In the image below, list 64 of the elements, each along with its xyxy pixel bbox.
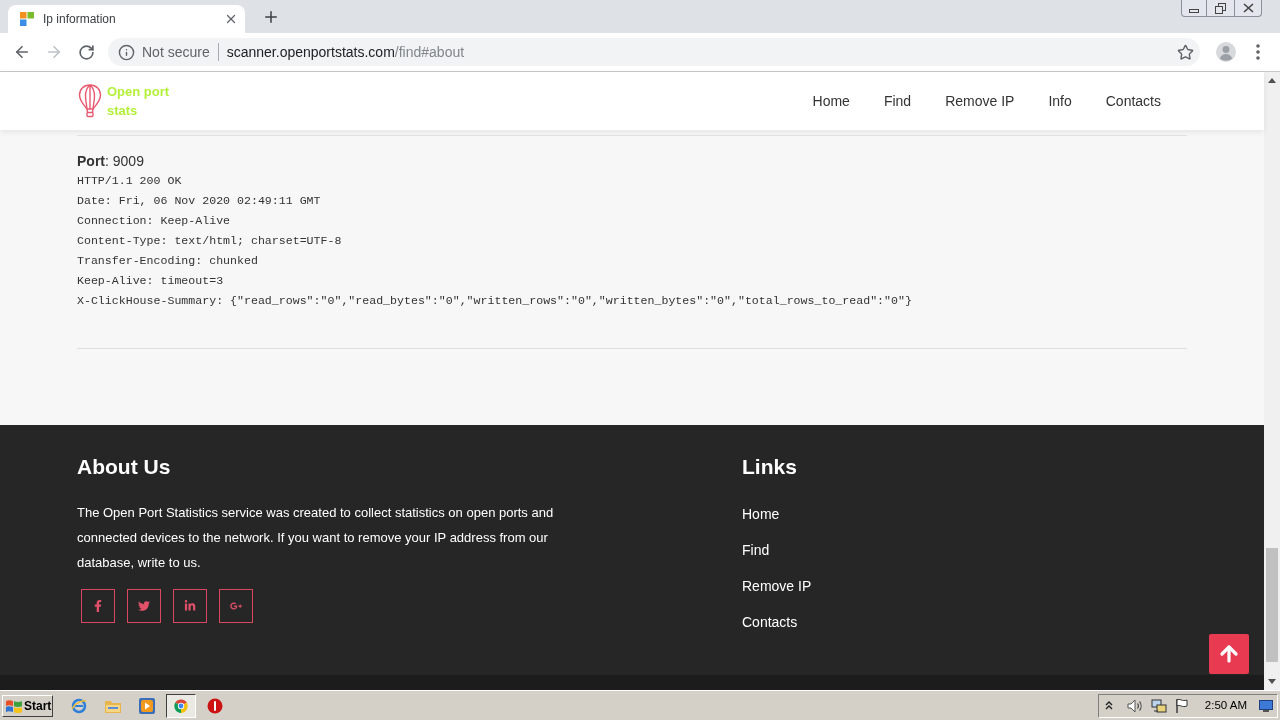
footer-link[interactable]: Home: [742, 504, 812, 524]
response-header-line: HTTP/1.1 200 OK: [77, 173, 183, 189]
speaker-icon[interactable]: [1126, 698, 1143, 713]
clock-text: 2:50 AM: [1204, 697, 1247, 713]
security-label: Not secure: [142, 42, 210, 62]
scroll-up-icon[interactable]: [1268, 78, 1276, 83]
show-desktop-icon[interactable]: [1259, 699, 1273, 712]
scroll-thumb[interactable]: [1266, 548, 1278, 662]
about-text: The Open Port Statistics service was created to collect statistics on open ports and connected devices to the network. If you want to remove your IP address from our database, write to us.: [77, 504, 555, 572]
footer-link[interactable]: Contacts: [742, 612, 812, 632]
twitter-bird-icon: [138, 600, 150, 612]
nav-link[interactable]: Remove IP: [945, 90, 1015, 112]
port-heading: Port: 9009: [77, 152, 145, 171]
nav-link[interactable]: Home: [812, 90, 850, 112]
url-path: /find#about: [394, 42, 465, 62]
response-header-line: X-ClickHouse-Summary: {"read_rows":"0","read_bytes":"0","written_rows":"0","written_bytes":"0","total_rows_to_read":"0"}: [77, 293, 913, 309]
scroll-down-icon[interactable]: [1268, 679, 1276, 684]
social-link[interactable]: [219, 589, 253, 623]
response-header-line: Connection: Keep-Alive: [77, 213, 232, 229]
response-header-line: Date: Fri, 06 Nov 2020 02:49:11 GMT: [77, 193, 322, 209]
network-icon[interactable]: [1150, 697, 1167, 714]
folder-icon: [105, 698, 121, 713]
nav-link[interactable]: Info: [1048, 90, 1072, 112]
links-heading: Links: [742, 454, 798, 480]
social-link[interactable]: [127, 589, 161, 623]
windows-flag-icon: [6, 698, 22, 713]
facebook-icon: [92, 600, 104, 612]
info-icon[interactable]: [118, 43, 135, 61]
scrollbar[interactable]: [1264, 72, 1280, 690]
linkedin-icon: [184, 600, 196, 612]
reload-icon: [77, 43, 95, 61]
chevron-up-icon[interactable]: [1104, 701, 1113, 710]
nav-link[interactable]: Find: [883, 90, 912, 112]
globe-icon: [71, 697, 87, 714]
play-tile-icon: [139, 697, 155, 714]
close-tab-icon[interactable]: [224, 12, 238, 26]
back-to-top-button[interactable]: [1209, 634, 1249, 674]
bookmark-star-icon[interactable]: [1177, 43, 1194, 61]
minimize-icon: [1189, 9, 1199, 13]
footer-link[interactable]: Remove IP: [742, 576, 812, 596]
balloon-logo-icon[interactable]: [78, 84, 102, 118]
address-bar[interactable]: Not secure scanner.openportstats.com/find#about: [108, 38, 1200, 66]
profile-avatar-icon: [1216, 42, 1236, 62]
circle-bar-icon: [207, 697, 223, 714]
flag-icon[interactable]: [1174, 697, 1189, 714]
tab-title: Ip information: [43, 11, 116, 28]
url-host: scanner.openportstats.com: [226, 42, 395, 62]
favicon-icon: [20, 12, 34, 26]
response-header-line: Transfer-Encoding: chunked: [77, 253, 259, 269]
menu-icon: [1256, 44, 1260, 60]
nav-link[interactable]: Contacts: [1105, 90, 1161, 112]
response-header-line: Keep-Alive: timeout=3: [77, 273, 225, 289]
taskbar-app[interactable]: [166, 693, 196, 718]
about-heading: About Us: [77, 454, 172, 480]
browser-tab[interactable]: Ip information: [8, 5, 245, 33]
footer-link[interactable]: Find: [742, 540, 812, 560]
browser-icon: [173, 697, 189, 714]
close-icon: [1242, 3, 1254, 13]
response-header-line: Content-Type: text/html; charset=UTF-8: [77, 233, 343, 249]
social-link[interactable]: [173, 589, 207, 623]
start-button[interactable]: Start: [2, 694, 53, 717]
forward-arrow-icon: [45, 43, 63, 61]
google-plus-icon: [230, 600, 242, 612]
social-link[interactable]: [81, 589, 115, 623]
